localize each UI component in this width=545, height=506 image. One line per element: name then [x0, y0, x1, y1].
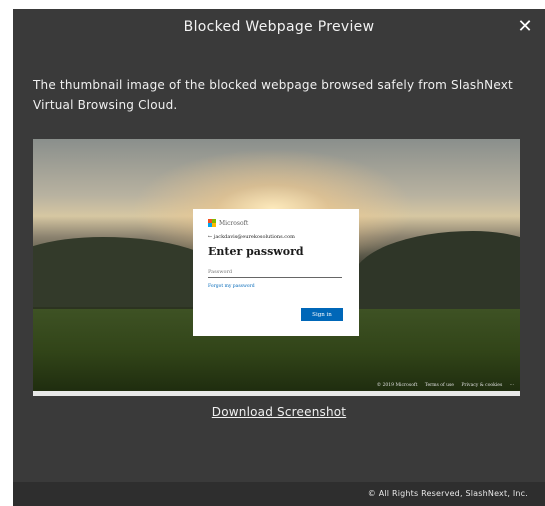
microsoft-logo-icon	[208, 219, 216, 227]
back-email: ← jackdavis@eurekosolutions.com	[208, 234, 295, 240]
thumbnail-footer-links: © 2019 Microsoft Terms of use Privacy & …	[371, 383, 514, 388]
modal-footer: © All Rights Reserved, SlashNext, Inc.	[13, 482, 545, 506]
brand-name: Microsoft	[219, 219, 249, 227]
thumbnail-more-icon: ···	[509, 383, 514, 388]
enter-password-heading: Enter password	[208, 245, 304, 258]
footer-copyright: © All Rights Reserved, SlashNext, Inc.	[367, 489, 528, 498]
password-input	[208, 267, 342, 278]
microsoft-logo: Microsoft	[208, 218, 344, 228]
blocked-page-thumbnail: Microsoft ← jackdavis@eurekosolutions.co…	[33, 139, 520, 396]
forgot-password-link: Forgot my password	[208, 284, 255, 289]
modal-description: The thumbnail image of the blocked webpa…	[33, 78, 513, 112]
login-card: Microsoft ← jackdavis@eurekosolutions.co…	[193, 209, 359, 336]
modal-title: Blocked Webpage Preview	[183, 19, 375, 35]
close-button[interactable]: ✕	[515, 17, 535, 37]
background-hill-right	[353, 231, 520, 311]
blocked-preview-modal: Blocked Webpage Preview ✕ The thumbnail …	[13, 9, 545, 506]
download-screenshot-link[interactable]: Download Screenshot	[13, 405, 545, 419]
thumbnail-copyright: © 2019 Microsoft	[376, 383, 418, 388]
sign-in-button: Sign in	[301, 308, 343, 321]
thumbnail-terms: Terms of use	[424, 383, 454, 388]
thumbnail-bottom-strip	[33, 391, 520, 396]
thumbnail-privacy: Privacy & cookies	[461, 383, 503, 388]
